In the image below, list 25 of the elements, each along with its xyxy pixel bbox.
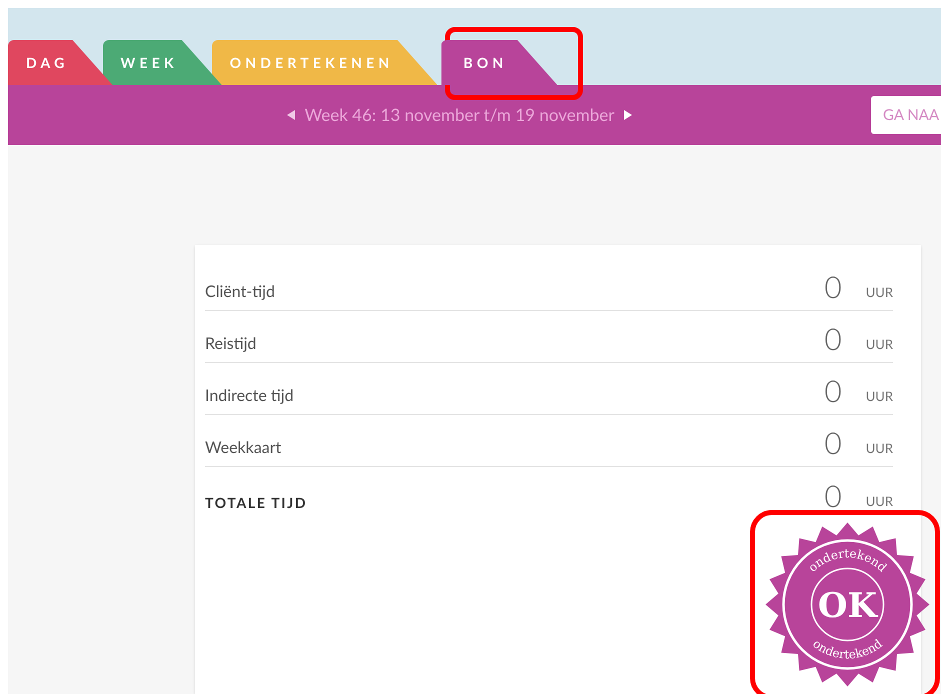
hours-value: 0 [824, 322, 842, 356]
row-label: Weekkaart [205, 437, 282, 459]
unit-label: UUR [866, 282, 893, 302]
row-label: Reistijd [205, 333, 258, 355]
stamp-bottom-text: ondertekend [810, 636, 885, 662]
tab[interactable]: BON [441, 40, 558, 85]
unit-label: UUR [866, 386, 893, 406]
row-label: TOTALE TIJD [205, 493, 308, 513]
goto-button[interactable]: GA NAA [871, 96, 941, 134]
unit-label: UUR [866, 334, 893, 354]
unit-label: UUR [866, 492, 893, 510]
next-icon[interactable] [624, 110, 632, 120]
row-label: Indirecte tijd [205, 385, 295, 407]
row-label: Cliënt-tijd [205, 281, 276, 303]
tab[interactable]: ONDERTEKENEN [212, 40, 438, 85]
hours-value: 0 [824, 374, 842, 408]
hours-value: 0 [824, 426, 842, 460]
stamp-ok-text: OK [818, 586, 878, 626]
unit-label: UUR [866, 438, 893, 458]
tab[interactable]: DAG [8, 40, 113, 85]
tab[interactable]: WEEK [102, 40, 222, 85]
previous-icon[interactable] [286, 110, 295, 120]
hours-value: 0 [824, 270, 842, 304]
week-label: Week 46: 13 november t/m 19 november [304, 103, 614, 128]
hours-value: 0 [824, 479, 842, 513]
